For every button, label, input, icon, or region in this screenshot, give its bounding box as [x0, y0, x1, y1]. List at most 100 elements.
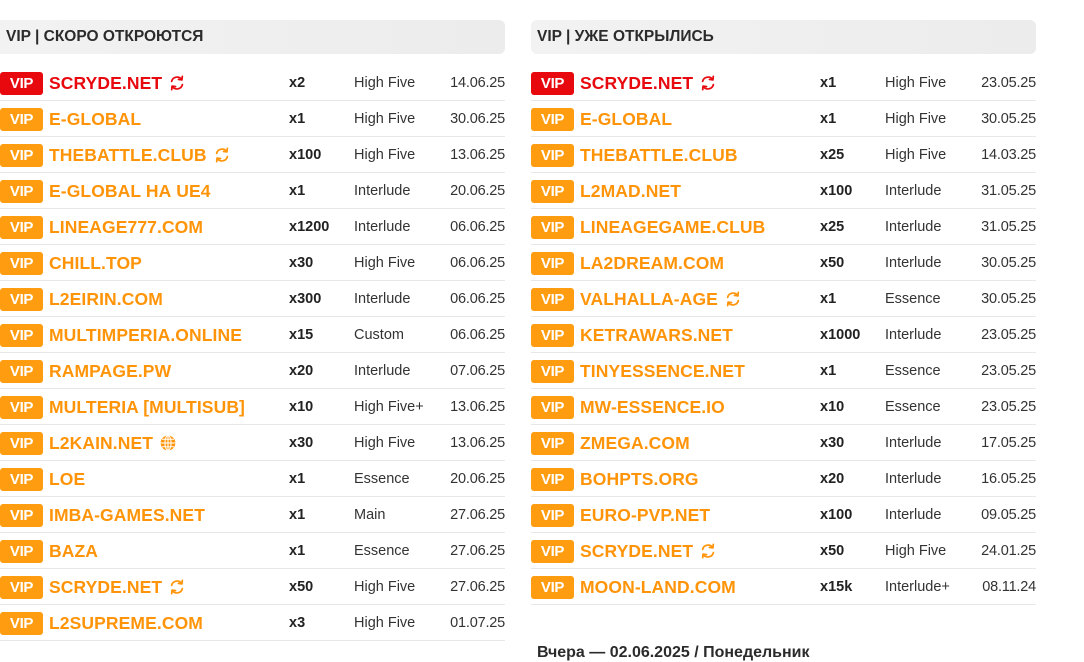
server-chronicle: Custom [354, 327, 404, 343]
server-rate: x10 [289, 399, 314, 415]
server-name: CHILL.TOP [49, 252, 142, 273]
server-row[interactable]: VIP THEBATTLE.CLUB x100 High Five 13.06.25 [0, 137, 505, 173]
vip-badge: VIP [531, 108, 574, 131]
server-name-link[interactable]: KETRAWARS.NET [580, 317, 733, 353]
server-name-link[interactable]: LA2DREAM.COM [580, 245, 724, 281]
server-row[interactable]: VIP E-GLOBAL НА UE4 x1 Interlude 20.06.25 [0, 173, 505, 209]
server-chronicle: High Five [885, 111, 947, 127]
server-name: MOON-LAND.COM [580, 576, 736, 597]
server-rate: x2 [289, 75, 306, 91]
server-row[interactable]: VIP MULTIMPERIA.ONLINE x15 Custom 06.06.25 [0, 317, 505, 353]
server-row[interactable]: VIP ZMEGA.COM x30 Interlude 17.05.25 [531, 425, 1036, 461]
opened-servers-title: VIP | УЖЕ ОТКРЫЛИСЬ [531, 20, 1036, 54]
server-name-link[interactable]: SCRYDE.NET [49, 65, 186, 101]
server-name-link[interactable]: BAZA [49, 533, 98, 569]
server-row[interactable]: VIP EURO-PVP.NET x100 Interlude 09.05.25 [531, 497, 1036, 533]
server-name-link[interactable]: MULTIMPERIA.ONLINE [49, 317, 242, 353]
server-row[interactable]: VIP SCRYDE.NET x2 High Five 14.06.25 [0, 65, 505, 101]
server-row[interactable]: VIP MOON-LAND.COM x15k Interlude+ 08.11.24 [531, 569, 1036, 605]
server-row[interactable]: VIP CHILL.TOP x30 High Five 06.06.25 [0, 245, 505, 281]
server-name-link[interactable]: THEBATTLE.CLUB [49, 137, 231, 173]
server-name-link[interactable]: RAMPAGE.PW [49, 353, 171, 389]
server-row[interactable]: VIP LOE x1 Essence 20.06.25 [0, 461, 505, 497]
server-name-link[interactable]: L2EIRIN.COM [49, 281, 163, 317]
server-name-link[interactable]: EURO-PVP.NET [580, 497, 710, 533]
server-open-date: 27.06.25 [450, 579, 505, 595]
server-name: LINEAGE777.COM [49, 216, 204, 237]
server-row[interactable]: VIP LINEAGE777.COM x1200 Interlude 06.06.25 [0, 209, 505, 245]
server-row[interactable]: VIP THEBATTLE.CLUB x25 High Five 14.03.25 [531, 137, 1036, 173]
server-name-link[interactable]: BOHPTS.ORG [580, 461, 699, 497]
server-open-date: 31.05.25 [981, 219, 1036, 235]
server-name-link[interactable]: E-GLOBAL [580, 101, 672, 137]
server-name-link[interactable]: IMBA-GAMES.NET [49, 497, 205, 533]
server-name-link[interactable]: SCRYDE.NET [49, 569, 186, 605]
server-rate: x30 [289, 435, 314, 451]
server-name-link[interactable]: THEBATTLE.CLUB [580, 137, 738, 173]
server-name-link[interactable]: TINYESSENCE.NET [580, 353, 745, 389]
vip-badge: VIP [531, 432, 574, 455]
globe-icon [159, 434, 177, 452]
server-row[interactable]: VIP L2KAIN.NET x30 High Five 13.06.25 [0, 425, 505, 461]
refresh-icon [213, 146, 231, 164]
refresh-icon [699, 74, 717, 92]
server-name-link[interactable]: SCRYDE.NET [580, 533, 717, 569]
server-name-link[interactable]: MW-ESSENCE.IO [580, 389, 725, 425]
server-name-link[interactable]: LOE [49, 461, 85, 497]
server-row[interactable]: VIP MULTERIA [MULTISUB] x10 High Five+ 13.06… [0, 389, 505, 425]
server-chronicle: Essence [885, 363, 941, 379]
server-row[interactable]: VIP VALHALLA-AGE x1 Essence 30.05.25 [531, 281, 1036, 317]
server-open-date: 06.06.25 [450, 255, 505, 271]
server-name-link[interactable]: SCRYDE.NET [580, 65, 717, 101]
server-name-link[interactable]: ZMEGA.COM [580, 425, 690, 461]
server-row[interactable]: VIP LA2DREAM.COM x50 Interlude 30.05.25 [531, 245, 1036, 281]
server-name: MULTERIA [MULTISUB] [49, 396, 245, 417]
server-rate: x50 [820, 255, 845, 271]
server-row[interactable]: VIP L2MAD.NET x100 Interlude 31.05.25 [531, 173, 1036, 209]
server-row[interactable]: VIP E-GLOBAL x1 High Five 30.06.25 [0, 101, 505, 137]
server-rate: x100 [820, 183, 853, 199]
server-rate: x1 [289, 111, 306, 127]
server-row[interactable]: VIP E-GLOBAL x1 High Five 30.05.25 [531, 101, 1036, 137]
server-row[interactable]: VIP L2SUPREME.COM x3 High Five 01.07.25 [0, 605, 505, 641]
server-row[interactable]: VIP MW-ESSENCE.IO x10 Essence 23.05.25 [531, 389, 1036, 425]
server-open-date: 31.05.25 [981, 183, 1036, 199]
vip-badge: VIP [531, 216, 574, 239]
server-rate: x100 [289, 147, 322, 163]
server-row[interactable]: VIP BOHPTS.ORG x20 Interlude 16.05.25 [531, 461, 1036, 497]
server-row[interactable]: VIP LINEAGEGAME.CLUB x25 Interlude 31.05.25 [531, 209, 1036, 245]
server-name: THEBATTLE.CLUB [580, 144, 738, 165]
server-row[interactable]: VIP SCRYDE.NET x1 High Five 23.05.25 [531, 65, 1036, 101]
server-row[interactable]: VIP SCRYDE.NET x50 High Five 24.01.25 [531, 533, 1036, 569]
server-name-link[interactable]: E-GLOBAL НА UE4 [49, 173, 211, 209]
server-rate: x300 [289, 291, 322, 307]
server-name-link[interactable]: CHILL.TOP [49, 245, 142, 281]
vip-badge: VIP [0, 288, 43, 311]
server-name-link[interactable]: L2KAIN.NET [49, 425, 177, 461]
server-row[interactable]: VIP KETRAWARS.NET x1000 Interlude 23.05.25 [531, 317, 1036, 353]
server-open-date: 14.06.25 [450, 75, 505, 91]
upcoming-servers-list: VIP SCRYDE.NET x2 High Five 14.06.25 VIP E-GLO… [0, 65, 505, 641]
refresh-icon [168, 578, 186, 596]
refresh-icon [724, 290, 742, 308]
server-chronicle: High Five [354, 579, 416, 595]
server-name-link[interactable]: LINEAGEGAME.CLUB [580, 209, 765, 245]
vip-badge: VIP [531, 468, 574, 491]
server-row[interactable]: VIP IMBA-GAMES.NET x1 Main 27.06.25 [0, 497, 505, 533]
server-name: E-GLOBAL [49, 108, 142, 129]
server-name-link[interactable]: MULTERIA [MULTISUB] [49, 389, 245, 425]
server-chronicle: Interlude [885, 219, 942, 235]
server-row[interactable]: VIP L2EIRIN.COM x300 Interlude 06.06.25 [0, 281, 505, 317]
server-name-link[interactable]: L2MAD.NET [580, 173, 681, 209]
server-chronicle: High Five [885, 75, 947, 91]
server-row[interactable]: VIP TINYESSENCE.NET x1 Essence 23.05.25 [531, 353, 1036, 389]
server-name-link[interactable]: E-GLOBAL [49, 101, 141, 137]
server-row[interactable]: VIP BAZA x1 Essence 27.06.25 [0, 533, 505, 569]
server-name: KETRAWARS.NET [580, 324, 733, 345]
server-row[interactable]: VIP SCRYDE.NET x50 High Five 27.06.25 [0, 569, 505, 605]
server-name-link[interactable]: MOON-LAND.COM [580, 569, 736, 605]
server-name-link[interactable]: LINEAGE777.COM [49, 209, 203, 245]
server-name-link[interactable]: L2SUPREME.COM [49, 605, 203, 641]
server-name-link[interactable]: VALHALLA-AGE [580, 281, 742, 317]
server-row[interactable]: VIP RAMPAGE.PW x20 Interlude 07.06.25 [0, 353, 505, 389]
